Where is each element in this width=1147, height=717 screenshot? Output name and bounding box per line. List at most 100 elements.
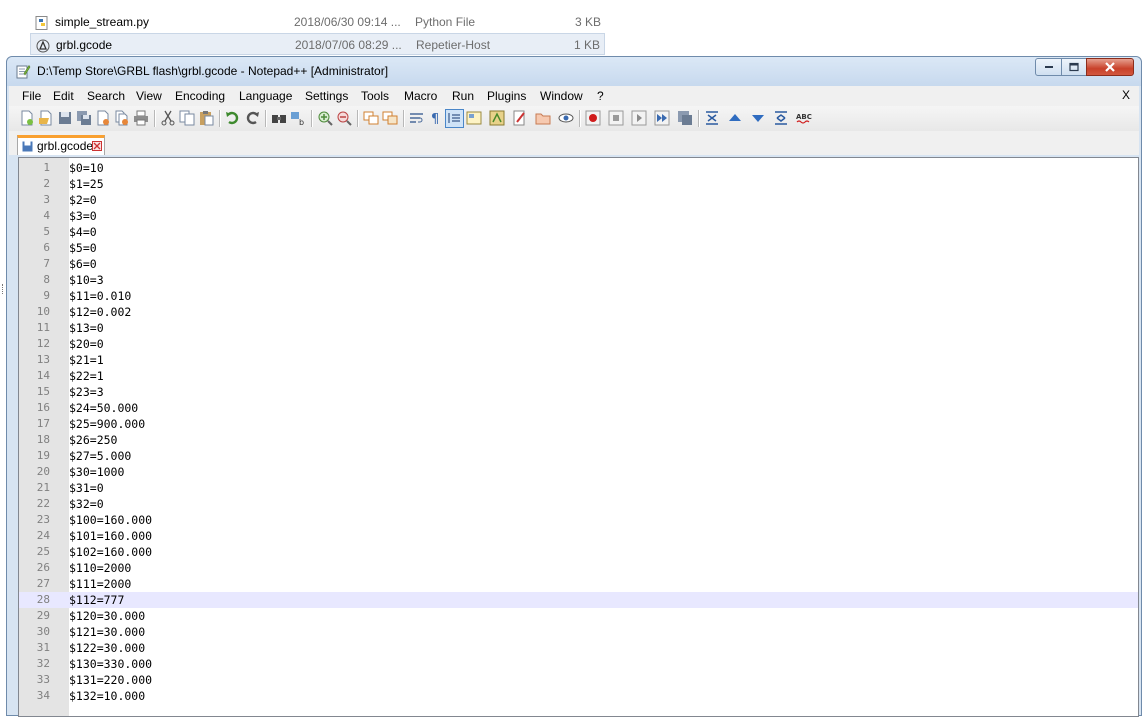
code-line[interactable]: 11 $13=0 xyxy=(19,320,1138,336)
doc-switcher-icon[interactable] xyxy=(535,110,551,126)
menu-encoding[interactable]: Encoding xyxy=(174,88,226,104)
code-line[interactable]: 14 $22=1 xyxy=(19,368,1138,384)
replace-icon[interactable]: b xyxy=(290,110,306,127)
tab-grbl-gcode[interactable]: grbl.gcode xyxy=(17,135,105,155)
stop-record-icon[interactable] xyxy=(608,110,624,126)
code-line[interactable]: 20 $30=1000 xyxy=(19,464,1138,480)
run-macro-multiple-icon[interactable] xyxy=(654,110,670,126)
fold-all-icon[interactable] xyxy=(704,110,720,126)
save-macro-icon[interactable] xyxy=(677,110,693,126)
code-line[interactable]: 5 $4=0 xyxy=(19,224,1138,240)
menu-settings[interactable]: Settings xyxy=(304,88,349,104)
undo-icon[interactable] xyxy=(225,110,241,126)
code-line[interactable]: 33 $131=220.000 xyxy=(19,672,1138,688)
code-line[interactable]: 27 $111=2000 xyxy=(19,576,1138,592)
tab-close-icon[interactable] xyxy=(92,141,102,151)
close-window-button[interactable] xyxy=(1086,58,1134,76)
file-row-grbl-gcode[interactable]: grbl.gcode 2018/07/06 08:29 ... Repetier… xyxy=(30,33,605,55)
editor-area[interactable]: 1 $0=10 2 $1=25 3 $2=0 4 $3=0 5 $4=0 6 $5=0 7 $6=0 8 $1… xyxy=(18,157,1139,717)
find-icon[interactable] xyxy=(271,110,287,126)
code-line[interactable]: 21 $31=0 xyxy=(19,480,1138,496)
sync-vertical-icon[interactable] xyxy=(363,110,379,126)
print-icon[interactable] xyxy=(133,110,149,126)
menu-edit[interactable]: Edit xyxy=(52,88,75,104)
redo-icon[interactable] xyxy=(244,110,260,126)
code-line[interactable]: 16 $24=50.000 xyxy=(19,400,1138,416)
sync-horizontal-icon[interactable] xyxy=(382,110,398,126)
code-line[interactable]: 26 $110=2000 xyxy=(19,560,1138,576)
document-map-icon[interactable] xyxy=(466,110,482,126)
open-file-icon[interactable] xyxy=(38,110,54,126)
unfold-all-icon[interactable] xyxy=(773,110,789,126)
code-line[interactable]: 31 $122=30.000 xyxy=(19,640,1138,656)
copy-icon[interactable] xyxy=(179,110,195,126)
code-line[interactable]: 18 $26=250 xyxy=(19,432,1138,448)
code-line[interactable]: 2 $1=25 xyxy=(19,176,1138,192)
move-up-icon[interactable] xyxy=(727,110,743,126)
menu-language[interactable]: Language xyxy=(238,88,293,104)
menu-file[interactable]: File xyxy=(21,88,42,104)
paste-icon[interactable] xyxy=(198,110,214,126)
code-line[interactable]: 13 $21=1 xyxy=(19,352,1138,368)
line-number: 19 xyxy=(36,449,50,462)
save-all-icon[interactable] xyxy=(76,110,92,126)
record-macro-icon[interactable] xyxy=(585,110,601,126)
code-line[interactable]: 23 $100=160.000 xyxy=(19,512,1138,528)
menu-plugins[interactable]: Plugins xyxy=(486,88,527,104)
file-row-simple-stream[interactable]: simple_stream.py 2018/06/30 09:14 ... Py… xyxy=(30,11,605,33)
code-line[interactable]: 25 $102=160.000 xyxy=(19,544,1138,560)
code-line[interactable]: 4 $3=0 xyxy=(19,208,1138,224)
code-line[interactable]: 7 $6=0 xyxy=(19,256,1138,272)
function-list-icon[interactable] xyxy=(489,110,505,126)
code-line[interactable]: 19 $27=5.000 xyxy=(19,448,1138,464)
title-bar[interactable]: D:\Temp Store\GRBL flash\grbl.gcode - No… xyxy=(7,57,1141,86)
close-icon[interactable] xyxy=(95,110,111,126)
show-all-chars-icon[interactable]: ¶ xyxy=(428,110,444,127)
line-text: $12=0.002 xyxy=(69,305,132,319)
menu-view[interactable]: View xyxy=(135,88,163,104)
code-line[interactable]: 1 $0=10 xyxy=(19,160,1138,176)
menu-window[interactable]: Window xyxy=(539,88,584,104)
line-number: 10 xyxy=(36,305,50,318)
code-line[interactable]: 32 $130=330.000 xyxy=(19,656,1138,672)
minimize-button[interactable] xyxy=(1035,58,1062,76)
maximize-button[interactable] xyxy=(1061,58,1087,76)
code-line[interactable]: 34 $132=10.000 xyxy=(19,688,1138,704)
menu-tools[interactable]: Tools xyxy=(360,88,390,104)
save-icon[interactable] xyxy=(57,110,73,126)
menu-help[interactable]: ? xyxy=(596,88,605,104)
line-number: 4 xyxy=(43,209,50,222)
menu-macro[interactable]: Macro xyxy=(403,88,438,104)
folder-as-workspace-icon[interactable] xyxy=(512,110,528,126)
line-text: $102=160.000 xyxy=(69,545,153,559)
code-line[interactable]: 22 $32=0 xyxy=(19,496,1138,512)
zoom-in-icon[interactable] xyxy=(317,110,333,126)
code-line[interactable]: 15 $23=3 xyxy=(19,384,1138,400)
play-macro-icon[interactable] xyxy=(631,110,647,126)
code-line[interactable]: 9 $11=0.010 xyxy=(19,288,1138,304)
code-line[interactable]: 8 $10=3 xyxy=(19,272,1138,288)
code-line[interactable]: 3 $2=0 xyxy=(19,192,1138,208)
close-document-button[interactable]: X xyxy=(1122,88,1130,102)
close-all-icon[interactable] xyxy=(114,110,130,126)
word-wrap-icon[interactable] xyxy=(409,110,425,126)
code-line[interactable]: 30 $121=30.000 xyxy=(19,624,1138,640)
menu-search[interactable]: Search xyxy=(86,88,126,104)
code-line[interactable]: 10 $12=0.002 xyxy=(19,304,1138,320)
indent-guide-icon[interactable] xyxy=(445,109,464,128)
spell-check-icon[interactable]: ABC xyxy=(796,110,812,126)
line-text: $110=2000 xyxy=(69,561,132,575)
current-line[interactable]: 28 $112=777 xyxy=(19,592,1138,608)
code-line[interactable]: 12 $20=0 xyxy=(19,336,1138,352)
zoom-out-icon[interactable] xyxy=(336,110,352,126)
code-line[interactable]: 29 $120=30.000 xyxy=(19,608,1138,624)
move-down-icon[interactable] xyxy=(750,110,766,126)
toolbar: b ¶ ABC xyxy=(9,106,1139,132)
code-line[interactable]: 6 $5=0 xyxy=(19,240,1138,256)
code-line[interactable]: 24 $101=160.000 xyxy=(19,528,1138,544)
cut-icon[interactable] xyxy=(160,110,176,126)
code-line[interactable]: 17 $25=900.000 xyxy=(19,416,1138,432)
monitoring-icon[interactable] xyxy=(558,110,574,126)
new-file-icon[interactable] xyxy=(19,110,35,126)
menu-run[interactable]: Run xyxy=(451,88,475,104)
